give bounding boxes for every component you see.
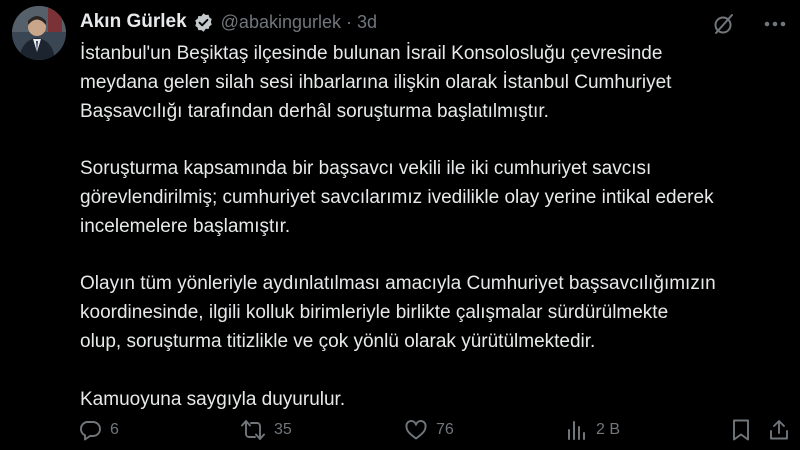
share-upload-icon <box>770 420 788 440</box>
repost-count: 35 <box>274 421 292 438</box>
avatar[interactable] <box>12 6 66 60</box>
text-line: İstanbul'un Beşiktaş ilçesinde bulunan İ… <box>80 43 663 64</box>
tweet-text: İstanbul'un Beşiktaş ilçesinde bulunan İ… <box>80 40 796 414</box>
text-line: koordinesinde, ilgili kolluk birimleriyl… <box>80 302 669 324</box>
grok-slash-circle-icon[interactable] <box>712 12 736 36</box>
action-bar: 6 35 76 2 B <box>78 418 794 444</box>
reply-count: 6 <box>110 421 119 438</box>
text-line: Olayın tüm yönleriyle aydınlatılması ama… <box>80 273 716 295</box>
tweet-paragraph: Soruşturma kapsamında bir başsavcı vekil… <box>80 155 796 241</box>
top-actions <box>712 12 786 36</box>
reply-button[interactable]: 6 <box>78 418 119 442</box>
bookmark-button[interactable] <box>731 418 751 442</box>
retweet-arrows-icon <box>241 420 265 440</box>
text-line: olup, soruşturma titizlikle ve çok yönlü… <box>80 330 596 352</box>
verified-badge-icon <box>194 12 212 32</box>
avatar-portrait <box>12 6 66 60</box>
bookmark-icon <box>733 419 749 441</box>
text-line: meydana gelen silah sesi ihbarlarına ili… <box>80 71 672 93</box>
text-line: incelemelere başlamıştır. <box>80 215 291 237</box>
reply-bubble-icon <box>79 421 101 441</box>
more-dots-icon[interactable] <box>764 20 786 28</box>
text-line: Kamuoyuna saygıyla duyurulur. <box>80 388 346 410</box>
like-button[interactable]: 76 <box>404 418 454 442</box>
view-count: 2 B <box>596 421 621 438</box>
text-line: Başsavcılığı tarafından derhâl soruşturm… <box>80 100 549 122</box>
heart-icon <box>405 420 427 440</box>
tweet-header: Akın Gürlek @abakingurlek · 3d <box>80 10 377 34</box>
post-time[interactable]: 3d <box>357 12 377 33</box>
text-line: görevlendirilmiş; cumhuriyet savcılarımı… <box>80 186 714 208</box>
text-line: Soruşturma kapsamında bir başsavcı vekil… <box>80 158 652 180</box>
tweet-paragraph: Kamuoyuna saygıyla duyurulur. <box>80 386 796 415</box>
tweet-paragraph: İstanbul'un Beşiktaş ilçesinde bulunan İ… <box>80 40 796 126</box>
header-separator: · <box>346 11 352 32</box>
share-button[interactable] <box>768 418 790 442</box>
like-count: 76 <box>436 421 454 438</box>
repost-button[interactable]: 35 <box>240 418 292 442</box>
author-name[interactable]: Akın Gürlek <box>80 11 187 33</box>
tweet-card: Akın Gürlek @abakingurlek · 3d İstanbul'… <box>0 0 800 450</box>
author-handle[interactable]: @abakingurlek <box>221 12 341 33</box>
analytics-bars-icon <box>568 421 585 440</box>
views-button[interactable]: 2 B <box>566 418 620 442</box>
tweet-paragraph: Olayın tüm yönleriyle aydınlatılması ama… <box>80 270 796 356</box>
